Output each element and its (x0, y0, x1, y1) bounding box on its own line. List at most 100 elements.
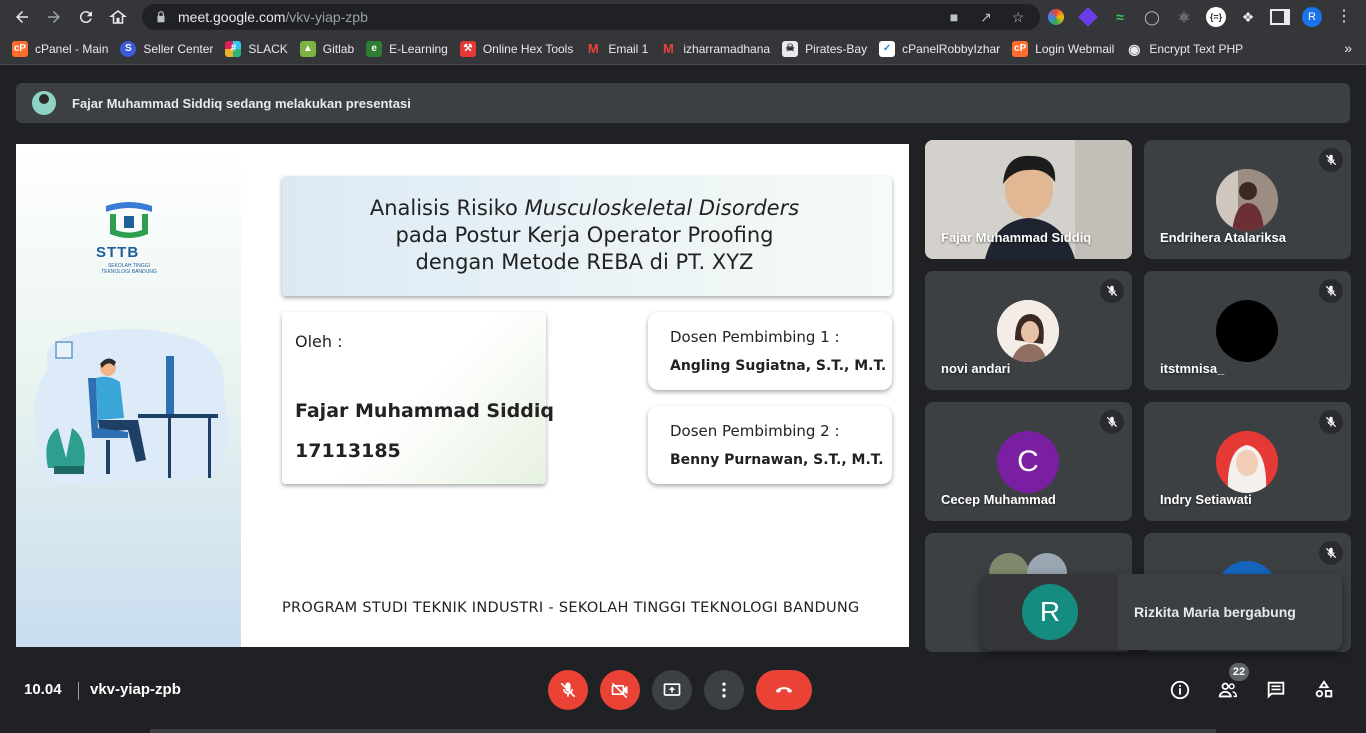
participant-name: Fajar Muhammad Siddiq (941, 230, 1092, 245)
mic-off-icon (1319, 148, 1343, 172)
mic-toggle-button[interactable] (548, 670, 588, 710)
url-path: /vkv-yiap-zpb (285, 9, 368, 25)
colorful-extension-icon[interactable] (1046, 7, 1066, 27)
bookmark-star-icon[interactable]: ☆ (1010, 9, 1026, 25)
json-extension-icon[interactable]: {=} (1206, 7, 1226, 27)
camera-off-icon (611, 682, 628, 699)
share-icon[interactable]: ↗ (978, 9, 994, 25)
gmail-icon: M (662, 41, 674, 56)
url-host: meet.google.com (178, 9, 286, 25)
worker-at-desk-illustration (34, 329, 229, 484)
reload-icon[interactable] (70, 1, 102, 33)
sttb-logo-icon (106, 202, 152, 238)
bookmarks-bar: cP cPanel - Main S Seller Center # SLACK ▲ G… (0, 34, 1366, 65)
pirate-icon: ☠ (782, 41, 799, 57)
people-button[interactable] (1216, 678, 1240, 702)
bookmark-seller-center[interactable]: S Seller Center (120, 41, 213, 57)
purple-extension-icon[interactable] (1078, 7, 1098, 27)
advisor2-name: Benny Purnawan, S.T., M.T. (670, 452, 884, 468)
author-card: Oleh : Fajar Muhammad Siddiq 17113185 (282, 312, 554, 484)
participant-avatar (997, 300, 1059, 362)
mic-off-icon (1319, 279, 1343, 303)
browser-menu-icon[interactable]: ⋮ (1334, 7, 1354, 27)
participant-tile[interactable]: itstmnisa_ (1144, 271, 1351, 390)
participant-tile[interactable]: Indry Setiawati (1144, 402, 1351, 521)
forward-icon[interactable] (38, 1, 70, 33)
bookmark-login-webmail[interactable]: cP Login Webmail (1012, 41, 1114, 57)
slack-icon: # (225, 41, 242, 57)
bookmark-cpanel-main[interactable]: cP cPanel - Main (12, 41, 108, 57)
hang-up-icon (775, 687, 793, 693)
chat-button[interactable] (1264, 678, 1288, 702)
logo-subtitle: SEKOLAH TINGGI TEKNOLOGI BANDUNG (101, 263, 157, 275)
extensions-puzzle-icon[interactable]: ❖ (1238, 7, 1258, 27)
author-name: Fajar Muhammad Siddiq (295, 400, 554, 422)
encrypt-icon: ◉ (1128, 41, 1141, 57)
bookmark-encrypt-text[interactable]: ◉ Encrypt Text PHP (1126, 41, 1243, 57)
logo-text: STTB (96, 244, 140, 261)
advisor1-card: Dosen Pembimbing 1 : Angling Sugiatna, S… (648, 312, 892, 390)
advisor1-label: Dosen Pembimbing 1 : (670, 328, 840, 346)
bookmark-elearning[interactable]: e E-Learning (366, 41, 448, 57)
side-panel-icon[interactable] (1270, 7, 1290, 27)
bookmarks-overflow-icon[interactable]: » (1344, 40, 1352, 56)
mic-off-icon (1319, 541, 1343, 565)
bookmark-email-1[interactable]: M Email 1 (585, 41, 648, 57)
slide-title-line3: dengan Metode REBA di PT. XYZ (415, 250, 754, 274)
camera-toggle-button[interactable] (600, 670, 640, 710)
participant-name: novi andari (941, 361, 1011, 376)
participant-tile[interactable]: C Cecep Muhammad (925, 402, 1132, 521)
globe-extension-icon[interactable]: ◯ (1142, 7, 1162, 27)
green-extension-icon[interactable]: ≈ (1110, 7, 1130, 27)
browser-toolbar: meet.google.com/vkv-yiap-zpb ■ ↗ ☆ ≈ ◯ ⚛… (0, 0, 1366, 34)
activities-icon (1315, 680, 1333, 698)
slide-footer: PROGRAM STUDI TEKNIK INDUSTRI - SEKOLAH … (282, 600, 860, 616)
seller-icon: S (120, 41, 137, 57)
participant-tile[interactable]: novi andari (925, 271, 1132, 390)
meeting-code[interactable]: vkv-yiap-zpb (90, 681, 181, 698)
bookmark-izharramadhana[interactable]: Mizharramadhana (660, 41, 770, 57)
slide-title-line1: Analisis Risiko Musculoskeletal Disorder… (369, 196, 800, 220)
present-screen-button[interactable] (652, 670, 692, 710)
advisor2-label: Dosen Pembimbing 2 : (670, 422, 840, 440)
activities-button[interactable] (1312, 678, 1336, 702)
bookmark-pirates-bay[interactable]: ☠ Pirates-Bay (782, 41, 867, 57)
meeting-details-button[interactable] (1168, 678, 1192, 702)
presenter-avatar (32, 91, 56, 115)
participant-tile[interactable]: Fajar Muhammad Siddiq (925, 140, 1132, 259)
back-icon[interactable] (6, 1, 38, 33)
more-options-button[interactable] (704, 670, 744, 710)
gmail-icon: M (587, 41, 599, 56)
participant-name: Indry Setiawati (1160, 492, 1252, 507)
divider (78, 682, 79, 700)
participant-name: itstmnisa_ (1160, 361, 1225, 376)
join-notification: R Rizkita Maria bergabung (982, 574, 1342, 650)
participant-count-badge: 22 (1229, 663, 1249, 681)
bookmark-gitlab[interactable]: ▲ Gitlab (299, 41, 354, 57)
bookmark-cpanel-robby[interactable]: ✓ cPanelRobbyIzhar (879, 41, 1000, 57)
participant-avatar (1216, 431, 1278, 493)
participant-avatar (1216, 169, 1278, 231)
horizontal-scrollbar[interactable] (150, 729, 1216, 733)
profile-avatar[interactable]: R (1302, 7, 1322, 27)
bookmark-online-hex-tools[interactable]: ⚒ Online Hex Tools (459, 41, 573, 57)
mic-off-icon (1100, 279, 1124, 303)
leave-call-button[interactable] (756, 670, 812, 710)
cpanel-icon: cP (1012, 41, 1029, 57)
participant-name: Endrihera Atalariksa (1160, 230, 1286, 245)
meeting-clock: 10.04 (24, 681, 62, 698)
lock-icon[interactable] (154, 10, 168, 24)
advisor2-card: Dosen Pembimbing 2 : Benny Purnawan, S.T… (648, 406, 892, 484)
camera-in-use-icon[interactable]: ■ (946, 9, 962, 25)
home-icon[interactable] (102, 1, 134, 33)
mic-off-icon (1100, 410, 1124, 434)
shared-screen-slide[interactable]: STTB SEKOLAH TINGGI TEKNOLOGI BANDUNG An… (16, 144, 909, 647)
robby-icon: ✓ (879, 41, 896, 57)
react-extension-icon[interactable]: ⚛ (1174, 7, 1194, 27)
participant-tile[interactable]: Endrihera Atalariksa (1144, 140, 1351, 259)
join-notification-text: Rizkita Maria bergabung (1134, 604, 1296, 620)
advisor1-name: Angling Sugiatna, S.T., M.T. (670, 358, 887, 374)
elearning-icon: e (366, 41, 383, 57)
address-bar[interactable]: meet.google.com/vkv-yiap-zpb ■ ↗ ☆ (142, 4, 1040, 30)
bookmark-slack[interactable]: # SLACK (225, 41, 288, 57)
